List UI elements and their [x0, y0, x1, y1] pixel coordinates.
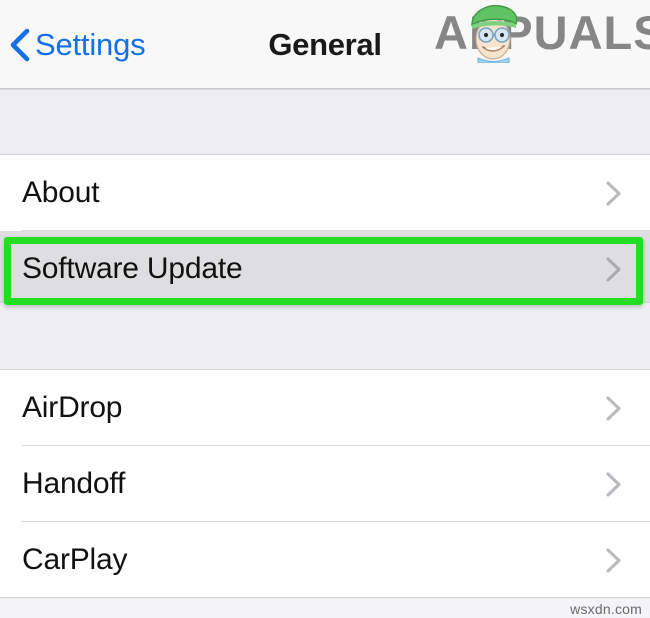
footer-watermark-text: wsxdn.com — [570, 601, 642, 617]
ios-settings-general-screen: Settings General APPUALS About Software … — [0, 0, 650, 618]
settings-section-two: AirDrop Handoff CarPlay — [0, 370, 650, 598]
settings-row-carplay[interactable]: CarPlay — [0, 522, 650, 598]
settings-row-about[interactable]: About — [0, 155, 650, 231]
settings-row-label: AirDrop — [22, 391, 123, 424]
chevron-right-icon — [606, 396, 621, 421]
settings-row-handoff[interactable]: Handoff — [0, 446, 650, 522]
navigation-bar: Settings General APPUALS — [0, 0, 650, 89]
chevron-right-icon — [606, 472, 621, 497]
section-gap-top — [0, 89, 650, 155]
settings-row-label: Handoff — [22, 467, 126, 500]
settings-row-label: Software Update — [22, 252, 243, 285]
page-title: General — [268, 27, 382, 62]
settings-row-label: CarPlay — [22, 543, 128, 576]
settings-row-label: About — [22, 176, 100, 209]
section-gap-middle — [0, 302, 650, 370]
settings-row-airdrop[interactable]: AirDrop — [0, 370, 650, 446]
chevron-right-icon — [606, 257, 621, 282]
footer-watermark-strip: wsxdn.com — [0, 597, 650, 618]
chevron-right-icon — [606, 548, 621, 573]
settings-row-software-update[interactable]: Software Update — [0, 231, 650, 307]
chevron-right-icon — [606, 181, 621, 206]
settings-section-one: About Software Update — [0, 155, 650, 307]
